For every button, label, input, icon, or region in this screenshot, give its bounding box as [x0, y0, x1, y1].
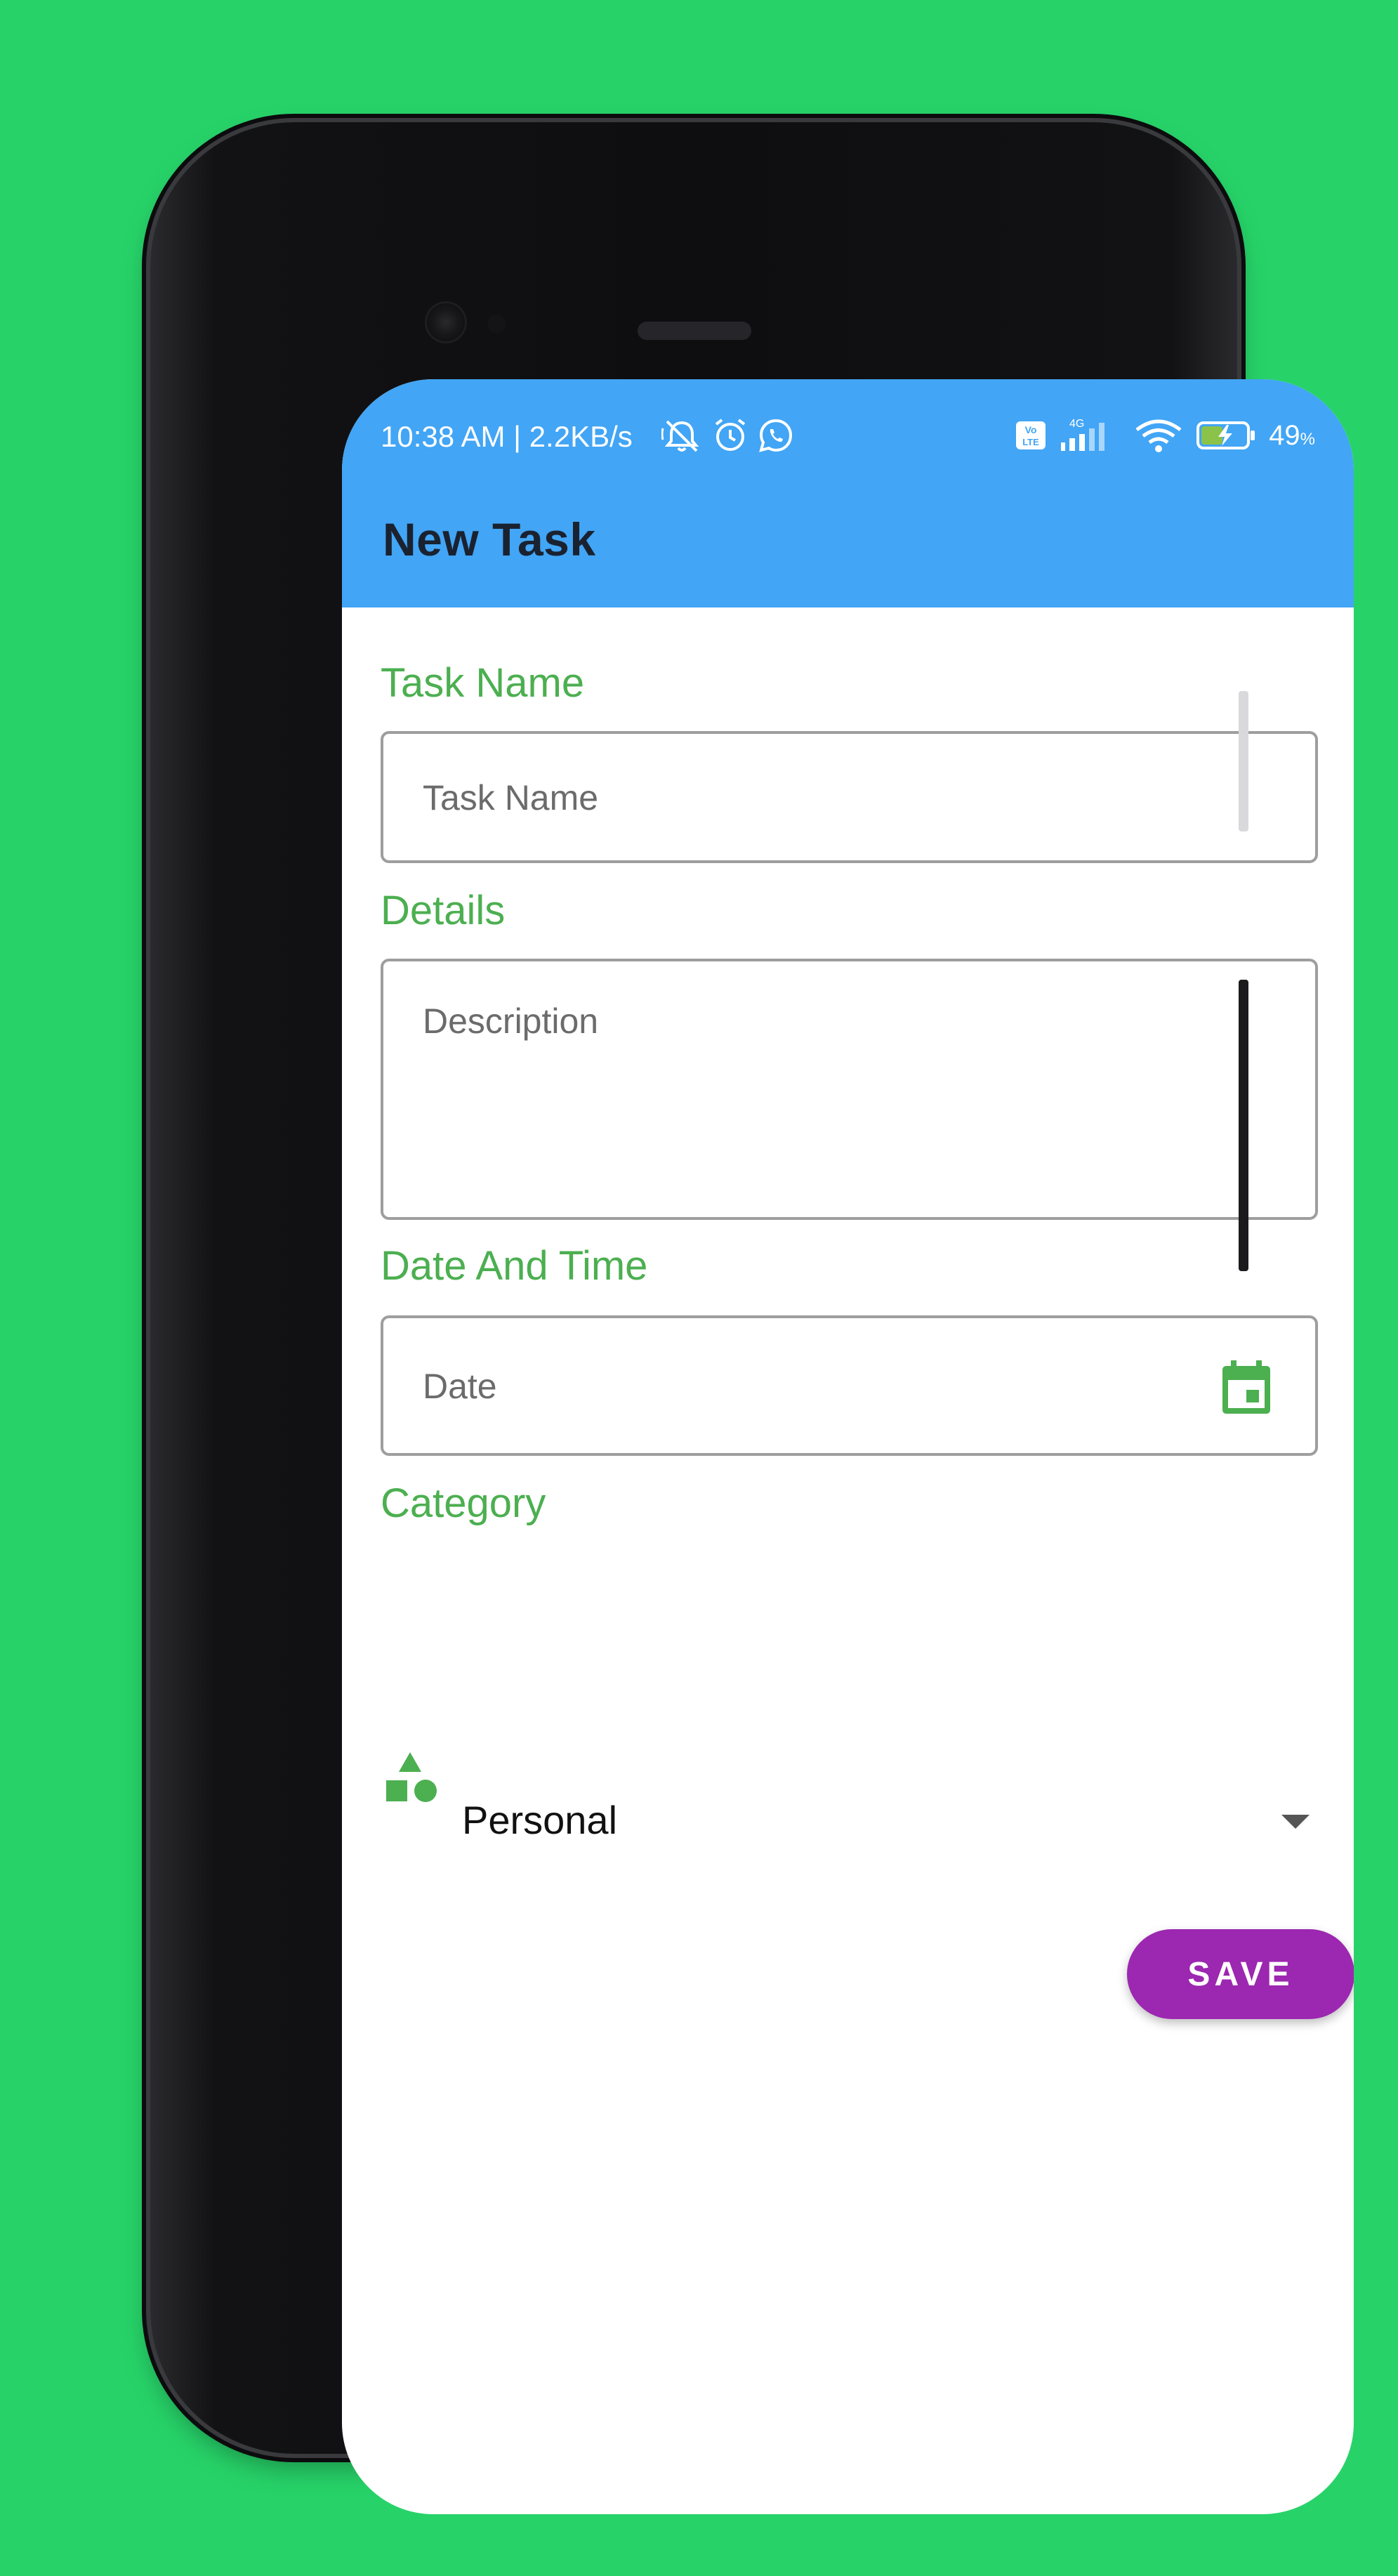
date-input[interactable]: Date [381, 1315, 1318, 1456]
status-bar: 10:38 AM | 2.2KB/s Vo LTE 4G 49% [342, 379, 1354, 492]
task-name-input[interactable]: Task Name [381, 731, 1318, 863]
status-icons-left [661, 414, 793, 456]
battery-percentage: 49% [1269, 420, 1315, 452]
category-dropdown[interactable]: Personal [462, 1797, 1312, 1853]
date-placeholder: Date [423, 1367, 497, 1406]
signal-icon: 4G [1061, 418, 1105, 451]
calendar-icon[interactable] [1221, 1359, 1272, 1415]
whatsapp-icon [759, 419, 793, 452]
battery-unit: % [1300, 429, 1315, 449]
task-name-placeholder: Task Name [423, 778, 599, 817]
wifi-icon [1135, 419, 1182, 452]
date-time-label: Date And Time [381, 1243, 648, 1289]
app-bar: 10:38 AM | 2.2KB/s Vo LTE 4G 49% New Tas… [342, 379, 1354, 607]
battery-value: 49 [1269, 419, 1300, 451]
category-selected-value: Personal [462, 1798, 618, 1842]
details-label: Details [381, 888, 506, 933]
app-screen: 10:38 AM | 2.2KB/s Vo LTE 4G 49% New Tas… [342, 379, 1354, 2514]
svg-text:LTE: LTE [1022, 437, 1039, 447]
save-button[interactable]: SAVE [1127, 1929, 1354, 2019]
mute-notification-icon [661, 420, 699, 452]
category-label: Category [381, 1480, 546, 1526]
description-placeholder: Description [423, 1001, 599, 1041]
task-name-label: Task Name [381, 660, 585, 706]
status-icons-right: Vo LTE 4G 49% [1015, 414, 1315, 456]
volte-icon: Vo LTE [1016, 421, 1046, 449]
power-button [1239, 980, 1248, 1271]
page-title: New Task [383, 513, 596, 565]
category-shapes-icon [386, 1752, 437, 1802]
description-input[interactable]: Description [381, 959, 1318, 1220]
alarm-icon [715, 419, 746, 451]
battery-charging-icon [1196, 421, 1255, 449]
front-camera [427, 303, 465, 341]
status-time-speed: 10:38 AM | 2.2KB/s [381, 420, 633, 453]
svg-text:Vo: Vo [1025, 424, 1037, 435]
earpiece-speaker [638, 322, 751, 340]
phone-frame: 10:38 AM | 2.2KB/s Vo LTE 4G 49% New Tas… [150, 122, 1354, 2514]
proximity-sensor [487, 315, 506, 333]
network-type-label: 4G [1069, 418, 1084, 430]
dropdown-arrow-icon[interactable] [1279, 1813, 1312, 1831]
volume-button [1239, 691, 1248, 832]
